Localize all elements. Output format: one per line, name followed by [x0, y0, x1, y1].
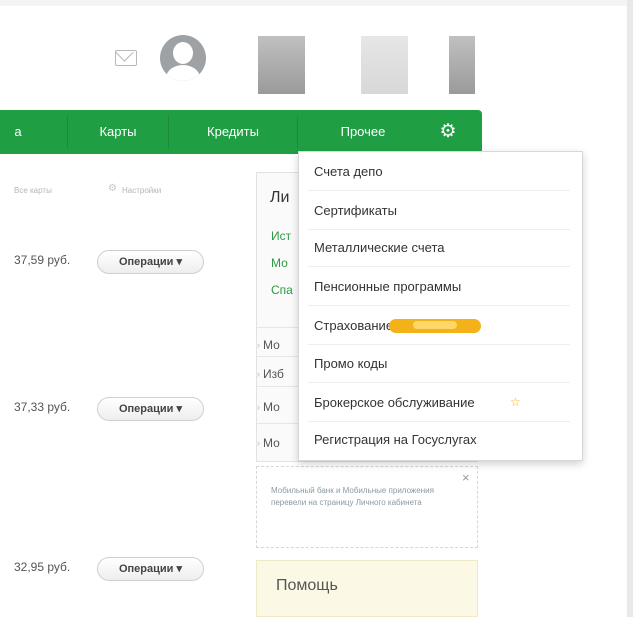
nav-item-partial[interactable]: а — [0, 110, 36, 154]
side-panel-row[interactable]: Мо — [263, 436, 280, 450]
blurred-image — [449, 36, 475, 94]
nav-item-other[interactable]: Прочее — [298, 110, 428, 154]
operations-button[interactable]: Операции ▾ — [97, 250, 204, 274]
operations-button[interactable]: Операции ▾ — [97, 557, 204, 581]
all-cards-link[interactable]: Все карты — [14, 186, 52, 195]
side-panel-link[interactable]: Мо — [271, 256, 288, 270]
settings-gear-icon: ⚙ — [108, 183, 117, 194]
envelope-icon[interactable] — [115, 50, 137, 66]
side-panel-link[interactable]: Ист — [271, 229, 291, 243]
menu-item-insurance[interactable]: Страхование — [314, 318, 393, 333]
account-balance: 37,59 руб. — [14, 253, 71, 267]
help-title[interactable]: Помощь — [276, 577, 338, 595]
menu-item-gosuslugi-registration[interactable]: Регистрация на Госуслугах — [314, 432, 477, 447]
chevron-right-icon: › — [257, 369, 260, 379]
side-panel-link[interactable]: Спа — [271, 283, 293, 297]
gear-icon[interactable]: ⚙ — [433, 117, 463, 147]
side-panel-row[interactable]: Мо — [263, 338, 280, 352]
blurred-image — [361, 36, 408, 94]
side-panel-row[interactable]: Мо — [263, 400, 280, 414]
menu-item-metal-accounts[interactable]: Металлические счета — [314, 240, 445, 255]
divider — [308, 190, 570, 191]
menu-item-certificates[interactable]: Сертификаты — [314, 203, 397, 218]
chevron-right-icon: › — [257, 402, 260, 412]
page-scrollbar-track[interactable] — [627, 0, 633, 617]
divider — [308, 266, 570, 267]
user-avatar-icon[interactable] — [160, 35, 206, 81]
menu-item-depo-accounts[interactable]: Счета депо — [314, 164, 383, 179]
divider — [308, 344, 570, 345]
divider — [308, 229, 570, 230]
chevron-right-icon: › — [257, 438, 260, 448]
close-icon[interactable]: × — [462, 470, 470, 485]
account-balance: 37,33 руб. — [14, 400, 71, 414]
divider — [308, 421, 570, 422]
blurred-image — [258, 36, 305, 94]
settings-link[interactable]: Настройки — [122, 186, 161, 195]
menu-item-promo-codes[interactable]: Промо коды — [314, 356, 387, 371]
account-balance: 32,95 руб. — [14, 560, 71, 574]
divider — [308, 305, 570, 306]
star-icon: ☆ — [510, 395, 521, 409]
nav-item-cards[interactable]: Карты — [68, 110, 168, 154]
new-badge — [389, 319, 481, 333]
side-panel-row[interactable]: Изб — [263, 367, 284, 381]
menu-item-brokerage[interactable]: Брокерское обслуживание — [314, 395, 475, 410]
menu-item-pension-programs[interactable]: Пенсионные программы — [314, 279, 461, 294]
operations-button[interactable]: Операции ▾ — [97, 397, 204, 421]
page-top-edge — [0, 0, 627, 6]
other-dropdown-menu — [298, 151, 583, 461]
side-panel-title: Ли — [270, 189, 290, 206]
divider — [308, 382, 570, 383]
info-tooltip-text: Мобильный банк и Мобильные приложения пе… — [271, 486, 434, 507]
chevron-right-icon: › — [257, 340, 260, 350]
nav-item-credits[interactable]: Кредиты — [169, 110, 297, 154]
